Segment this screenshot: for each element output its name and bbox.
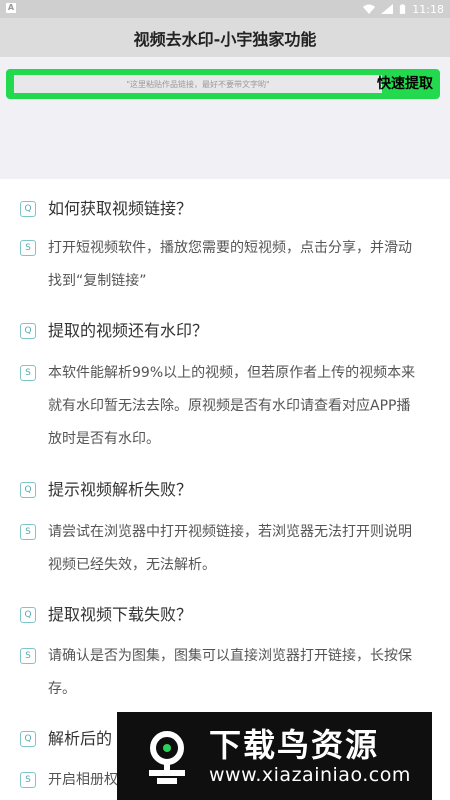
faq-answer: S 请确认是否为图集，图集可以直接浏览器打开链接，长按保存。 (20, 640, 430, 706)
question-text: 解析后的 (48, 729, 113, 748)
s-badge-icon: S (20, 648, 36, 664)
s-badge-icon: S (20, 240, 36, 256)
faq-question: Q 提取的视频还有水印？ (20, 319, 430, 343)
q-badge-icon: Q (20, 323, 36, 339)
bird-logo-icon (149, 731, 185, 784)
q-badge-icon: Q (20, 731, 36, 747)
watermark-title: 下载鸟资源 (209, 726, 380, 764)
question-text: 提取的视频还有水印？ (48, 321, 209, 340)
answer-text: 打开短视频软件，播放您需要的短视频，点击分享，并滑动找到“复制链接” (48, 240, 412, 289)
s-badge-icon: S (20, 772, 36, 788)
status-icons: 11:18 (363, 1, 444, 17)
answer-text: 本软件能解析99%以上的视频，但若原作者上传的视频本来就有水印暂无法去除。原视频… (48, 365, 416, 447)
s-badge-icon: S (20, 524, 36, 540)
link-input-bar: 快速提取 (6, 69, 440, 99)
faq-answer: S 打开短视频软件，播放您需要的短视频，点击分享，并滑动找到“复制链接” (20, 232, 430, 298)
faq-question: Q 如何获取视频链接？ (20, 197, 430, 221)
faq-question: Q 提取视频下载失败？ (20, 603, 430, 627)
faq-answer: S 本软件能解析99%以上的视频，但若原作者上传的视频本来就有水印暂无法去除。原… (20, 357, 430, 456)
link-input-area: 快速提取 (0, 57, 450, 179)
q-badge-icon: Q (20, 201, 36, 217)
watermark-overlay: 下载鸟资源 www.xiazainiao.com (117, 712, 432, 800)
q-badge-icon: Q (20, 482, 36, 498)
page-title: 视频去水印-小宇独家功能 (0, 18, 450, 57)
s-badge-icon: S (20, 365, 36, 381)
answer-text: 请确认是否为图集，图集可以直接浏览器打开链接，长按保存。 (48, 648, 412, 697)
question-text: 如何获取视频链接？ (48, 199, 193, 218)
question-text: 提示视频解析失败？ (48, 480, 193, 499)
link-input[interactable] (14, 75, 382, 93)
question-text: 提取视频下载失败？ (48, 605, 193, 624)
faq-answer: S 请尝试在浏览器中打开视频链接，若浏览器无法打开则说明视频已经失效，无法解析。 (20, 516, 430, 582)
battery-icon (400, 3, 406, 14)
q-badge-icon: Q (20, 607, 36, 623)
signal-icon (381, 4, 394, 14)
watermark-text: 下载鸟资源 www.xiazainiao.com (209, 726, 411, 786)
answer-text: 请尝试在浏览器中打开视频链接，若浏览器无法打开则说明视频已经失效，无法解析。 (48, 524, 412, 573)
faq-question: Q 提示视频解析失败？ (20, 478, 430, 502)
wifi-icon (363, 4, 376, 14)
app-notification-icon: A (6, 3, 16, 13)
status-time: 11:18 (412, 2, 444, 16)
quick-extract-button[interactable]: 快速提取 (375, 72, 435, 96)
watermark-url: www.xiazainiao.com (209, 764, 411, 786)
status-bar: A 11:18 (0, 0, 450, 18)
